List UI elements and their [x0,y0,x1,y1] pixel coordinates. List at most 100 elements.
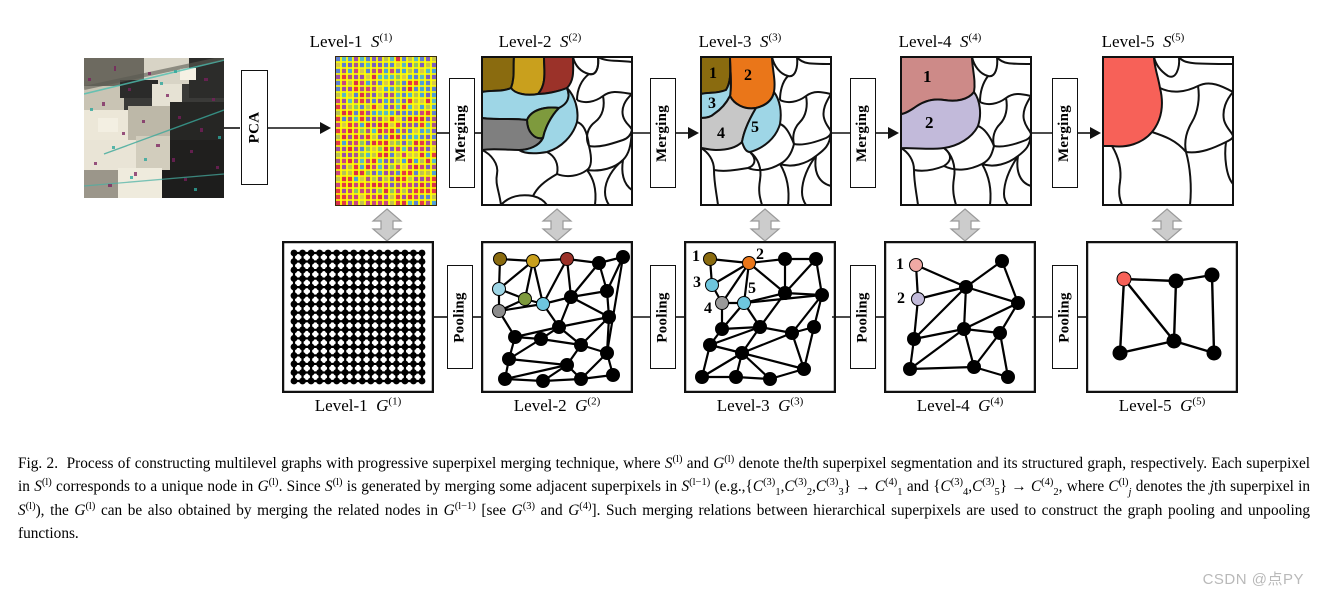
caption-text-2: and [686,455,709,472]
caption-sym-S-3: S [324,478,333,496]
graph4-number-1: 1 [896,256,904,273]
graph4-number-2: 2 [897,290,905,307]
graph3-number-4: 4 [704,300,712,317]
level1-graph [282,241,434,393]
caption-sym-S-4: S [681,478,690,496]
caption-figure-number: Fig. 2. [18,455,59,472]
level4-graph-panel: 1 2 [884,241,1036,393]
region-number-1: 1 [709,65,717,82]
caption-sym-S-5: S [18,501,26,519]
level1-superpixel-panel [335,56,437,206]
figure-caption: Fig. 2. Process of constructing multilev… [18,453,1311,542]
region-3-2 [729,56,776,110]
caption-text-15: [see [481,501,507,519]
source-image-panel [84,58,224,198]
double-arrow-level5 [1151,208,1183,242]
level3-superpixel-panel: 1 2 3 4 5 [700,56,832,206]
level4-superpixel-label: Level-4 S(4) [898,31,982,51]
graph3-node-1 [703,252,717,266]
caption-sym-G-5: G [511,501,523,519]
region-number-4-1: 1 [923,67,932,86]
level3-superpixel-map: 1 2 3 4 5 [700,56,832,206]
caption-sym-S-2: S [34,478,42,496]
graph2-node-darkred [560,252,574,266]
caption-sym-G-2: G [257,478,269,496]
graph5-node-1 [1116,271,1132,287]
caption-text-7: is generated by merging some adjacent su… [346,478,678,496]
graph2-node-gray [492,304,506,318]
level4-graph-label: Level-4 G(4) [916,395,1004,415]
caption-text-6: . Since [278,478,321,496]
level2-graph [481,241,633,393]
level1-graph-panel [282,241,434,393]
level5-superpixel-label: Level-5 S(5) [1101,31,1185,51]
graph2-node-lightblue-1 [492,282,506,296]
graph4-node-1 [909,258,923,272]
caption-sym-G-6: G [568,501,580,519]
level4-superpixel-map: 1 2 [900,56,1032,206]
caption-text-5: corresponds to a unique node in [56,478,254,496]
graph2-node-olivegreen [518,292,532,306]
level5-graph-panel [1086,241,1238,393]
arrow-level3-to-level4 [832,127,899,139]
level2-superpixel-label: Level-2 S(2) [498,31,582,51]
level5-graph-label: Level-5 G(5) [1118,395,1206,415]
level3-superpixel-label: Level-3 S(3) [698,31,782,51]
level1-graph-label: Level-1 G(1) [314,395,402,415]
graph3-number-1: 1 [692,248,700,265]
region-number-4-2: 2 [925,113,934,132]
graph3-number-5: 5 [748,280,756,297]
double-arrow-level2 [541,208,573,242]
graph3-node-4 [715,296,729,310]
level2-superpixel-map [481,56,633,206]
graph4-node-2 [911,292,925,306]
level3-graph-label: Level-3 G(3) [716,395,804,415]
caption-text-8: (e.g., [714,478,746,496]
region-number-3: 3 [708,95,716,112]
source-image [84,58,224,198]
arrow-image-to-pca [224,122,331,134]
arrow-level4-to-level5 [1032,127,1101,139]
caption-sym-G-4: G [443,501,455,519]
caption-sym-G-3: G [74,501,86,519]
level2-graph-label: Level-2 G(2) [513,395,601,415]
level1-superpixel-label: Level-1 S(1) [309,31,393,51]
caption-text-9: and [906,478,929,496]
caption-text-11: denotes the [1135,478,1206,496]
figure-diagram: PCA Level-1 S(1) Merging Level-2 S(2) Me… [0,0,1322,430]
caption-text-14: can be also obtained by merging the rela… [100,501,439,519]
region-olive [481,56,515,93]
caption-text-3: denote the [738,455,803,472]
caption-sym-S-1: S [664,455,673,472]
level4-graph: 1 2 [884,241,1036,393]
graph3-number-2: 2 [756,246,764,263]
caption-text-16: and [540,501,563,519]
caption-text-13: ), the [35,501,69,519]
double-arrow-level3 [749,208,781,242]
graph3-node-2 [742,256,756,270]
caption-text-12: th superpixel in [1213,478,1311,496]
level4-superpixel-panel: 1 2 [900,56,1032,206]
graph3-node-3 [705,278,719,292]
level5-superpixel-panel [1102,56,1234,206]
double-arrow-level4 [949,208,981,242]
double-arrow-level1 [371,208,403,242]
region-number-5: 5 [751,119,759,136]
graph2-node-olive [493,252,507,266]
graph3-node-5 [737,296,751,310]
level2-superpixel-panel [481,56,633,206]
level1-superpixel-grid [335,56,437,206]
caption-text-10: , where [1058,478,1105,496]
level2-graph-panel [481,241,633,393]
region-number-2: 2 [744,67,752,84]
region-golden [510,56,546,96]
level5-graph [1086,241,1238,393]
region-number-4: 4 [717,125,725,142]
graph3-number-3: 3 [693,274,701,291]
graph2-node-golden [526,254,540,268]
caption-sym-G-1: G [713,455,725,472]
level3-graph-panel: 1 2 3 4 5 [684,241,836,393]
caption-text-1: Process of constructing multilevel graph… [66,455,661,472]
level5-superpixel-map [1102,56,1234,206]
arrow-level2-to-level3 [633,127,699,139]
